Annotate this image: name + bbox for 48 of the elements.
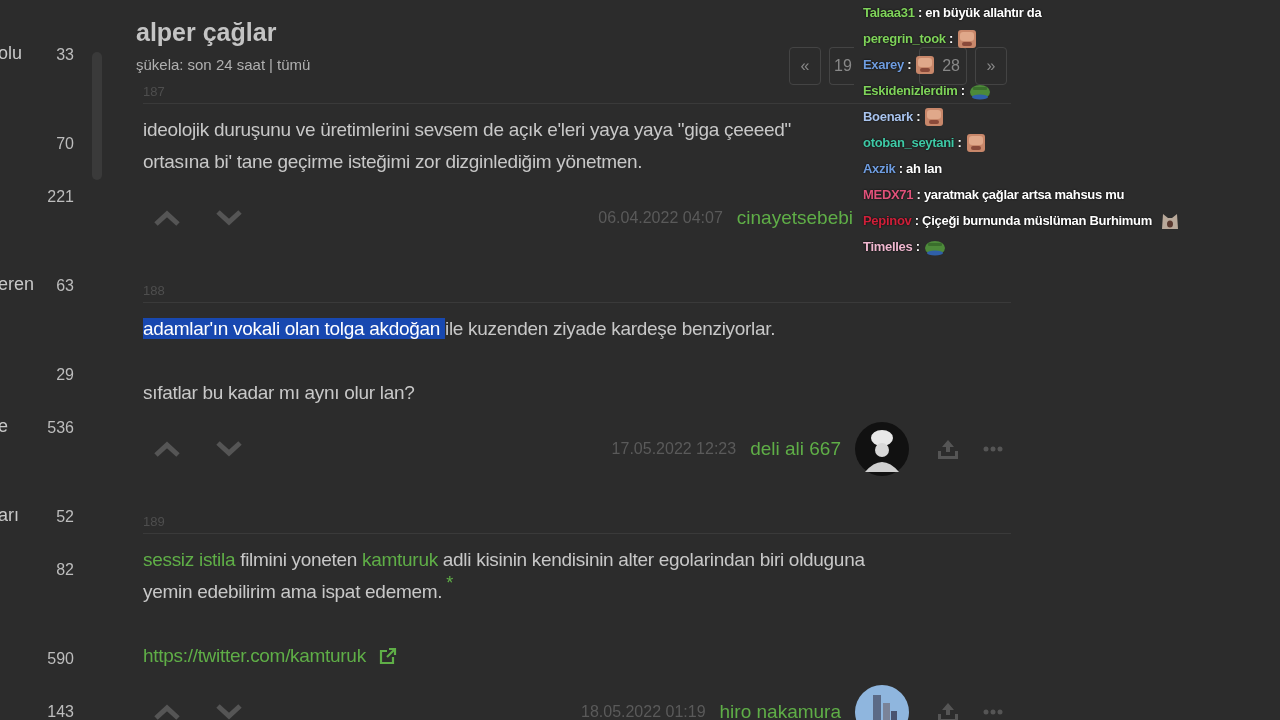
chat-message: otoban_seytani : — [863, 134, 962, 153]
previous-page-button[interactable]: « — [789, 47, 821, 85]
filter-link[interactable]: tümü — [277, 54, 311, 77]
chat-message: peregrin_took : — [863, 30, 954, 49]
author-link[interactable]: cinayetsebebi — [736, 203, 853, 233]
external-link[interactable]: https://twitter.com/kamturuk — [143, 641, 366, 671]
chat-message: Talaaa31 : en büyük allahtır da — [863, 4, 1042, 23]
page-select[interactable]: 19 — [829, 47, 854, 85]
downvote-icon[interactable] — [215, 209, 243, 227]
filter-divider: | — [269, 55, 273, 75]
downvote-icon[interactable] — [215, 440, 243, 458]
more-icon[interactable] — [983, 709, 1003, 715]
topic-count[interactable]: 70 — [56, 132, 80, 156]
chat-message: Timelles : — [863, 238, 920, 257]
entry-text: ideolojik duruşunu ve üretimlerini sevsem de açık e'leri yaya yaya "giga çeeeed" — [143, 118, 791, 142]
chat-message: Pepinov : Çiçeği burnunda müslüman Burhimum — [863, 212, 1153, 231]
author-link[interactable]: deli ali 667 — [750, 434, 841, 464]
topic-count[interactable]: 82 — [56, 558, 80, 582]
chat-message: Axzik : ah lan — [863, 160, 942, 179]
topic-count[interactable]: 590 — [47, 647, 80, 671]
share-icon[interactable] — [937, 702, 959, 720]
chat-message: Eskidenizlerdim : — [863, 82, 965, 101]
filter-link[interactable]: son 24 saat — [187, 54, 266, 77]
upvote-icon[interactable] — [153, 440, 181, 458]
author-link[interactable]: hiro nakamura — [719, 697, 841, 720]
more-icon[interactable] — [983, 446, 1003, 452]
topic-count[interactable]: 33 — [56, 43, 80, 67]
entry-text: ortasına bi' tane geçirme isteğimi zor dizginlediğim yönetmen. — [143, 150, 643, 174]
topic-count[interactable]: 29 — [56, 363, 80, 387]
filter-label: şükela: — [136, 55, 184, 75]
topic-count[interactable]: 536 — [47, 416, 80, 440]
entry-text: sıfatlar bu kadar mı aynı olur lan? — [143, 381, 415, 405]
external-link-icon — [377, 646, 398, 666]
topic-count[interactable]: 52 — [56, 505, 80, 529]
upvote-icon[interactable] — [153, 703, 181, 720]
entry-text: adamlar'ın vokali olan tolga akdoğan ile kuzenden ziyade kardeşe benziyorlar. — [143, 317, 776, 341]
downvote-icon[interactable] — [215, 703, 243, 720]
topic-count[interactable]: 221 — [47, 185, 80, 209]
chat-message: Exarey : — [863, 56, 912, 75]
next-page-button[interactable]: » — [975, 47, 1007, 85]
chat-message: Boenark : — [863, 108, 921, 127]
share-icon[interactable] — [937, 439, 959, 459]
topic-count[interactable]: 63 — [56, 274, 80, 298]
chat-message: MEDX71 : yaratmak çağlar artsa mahsus mu — [863, 186, 1125, 205]
upvote-icon[interactable] — [153, 209, 181, 227]
topic-count[interactable]: 143 — [47, 700, 80, 720]
topic-heading[interactable]: alper çağlar — [136, 16, 311, 48]
entry-text: sessiz istila filmini yoneten kamturuk adli kisinin kendisinin alter egolarindan biri olduguna — [143, 548, 865, 572]
